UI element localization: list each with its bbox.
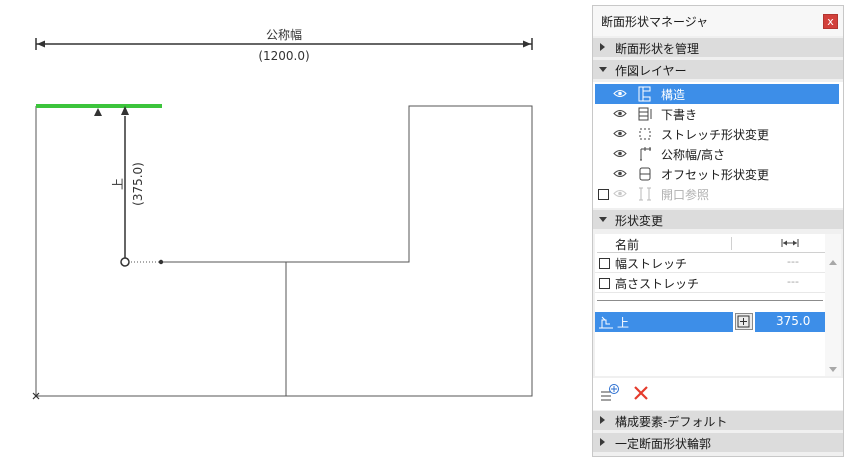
add-modifier-icon[interactable] xyxy=(600,383,620,401)
drawing-canvas[interactable]: 公称幅 (1200.0) 上 (375.0) xyxy=(0,0,592,460)
layer-item-draft[interactable]: 下書き xyxy=(593,104,843,124)
dim-width-label: 公称幅 xyxy=(266,27,302,42)
dim-width-value: (1200.0) xyxy=(258,49,309,63)
table-scrollbar[interactable] xyxy=(825,234,841,376)
row-checkbox[interactable] xyxy=(599,278,610,289)
dim-offset-label: 上 xyxy=(111,178,125,190)
offset-modifier-icon xyxy=(599,316,613,329)
scroll-up-icon[interactable] xyxy=(829,260,837,265)
row-checkbox[interactable] xyxy=(599,258,610,269)
layer-label: 開口参照 xyxy=(661,188,710,202)
section-shape-change[interactable]: 形状変更 xyxy=(593,210,843,229)
collapse-arrow-icon xyxy=(599,67,607,72)
section-label: 一定断面形状輪郭 xyxy=(615,437,712,451)
layer-list: 構造 下書き ストレッチ形状変更 公称幅/高さ オフセット形状変更 開口参照 xyxy=(593,82,843,208)
layer-item-stretch[interactable]: ストレッチ形状変更 xyxy=(593,124,843,144)
section-label: 断面形状を管理 xyxy=(615,42,700,56)
layer-label: 構造 xyxy=(661,88,686,102)
section-drawing-layers[interactable]: 作図レイヤー xyxy=(593,60,843,79)
eye-icon[interactable] xyxy=(613,109,627,118)
row-name: 高さストレッチ xyxy=(615,277,700,291)
expand-arrow-icon xyxy=(600,416,605,424)
layer-checkbox[interactable] xyxy=(598,189,609,200)
eye-icon[interactable] xyxy=(613,169,627,178)
layer-label: オフセット形状変更 xyxy=(661,168,770,182)
section-components-default[interactable]: 構成要素-デフォルト xyxy=(593,411,843,430)
layer-label: 下書き xyxy=(661,108,698,122)
plus-node-icon xyxy=(737,315,750,328)
section-manage-profiles[interactable]: 断面形状を管理 xyxy=(593,38,843,57)
panel-titlebar[interactable]: 断面形状マネージャ x xyxy=(593,6,843,36)
assign-node-button[interactable] xyxy=(735,313,753,330)
expand-arrow-icon xyxy=(600,438,605,446)
dim-offset-value: (375.0) xyxy=(131,162,145,206)
row-value: --- xyxy=(787,275,799,288)
nominal-size-icon xyxy=(640,147,651,161)
layer-item-nominal-size[interactable]: 公称幅/高さ xyxy=(593,144,843,164)
eye-icon[interactable] xyxy=(613,89,627,98)
group-divider xyxy=(597,300,823,301)
layer-item-offset[interactable]: オフセット形状変更 xyxy=(593,164,843,184)
table-row-selected[interactable]: 上 375.0 xyxy=(595,312,825,332)
column-divider xyxy=(731,237,732,250)
eye-icon[interactable] xyxy=(613,129,627,138)
row-name: 上 xyxy=(617,316,630,330)
opening-ref-icon xyxy=(639,187,651,201)
offset-layer-icon xyxy=(639,167,651,181)
table-row[interactable]: 高さストレッチ --- xyxy=(595,273,825,293)
stretch-layer-icon xyxy=(639,128,651,140)
layer-item-structure[interactable]: 構造 xyxy=(595,84,839,104)
layer-item-opening-ref[interactable]: 開口参照 xyxy=(593,184,843,204)
section-fixed-outline[interactable]: 一定断面形状輪郭 xyxy=(593,433,843,452)
delete-icon[interactable] xyxy=(633,385,649,401)
offset-node[interactable] xyxy=(158,259,164,265)
profile-outline[interactable] xyxy=(35,105,533,397)
expand-arrow-icon xyxy=(600,43,605,51)
structure-layer-icon xyxy=(638,86,651,102)
row-name: 幅ストレッチ xyxy=(615,257,688,271)
section-label: 形状変更 xyxy=(615,214,664,228)
collapse-arrow-icon xyxy=(599,217,607,222)
width-arrows-icon xyxy=(781,239,799,247)
eye-icon[interactable] xyxy=(613,189,627,198)
section-label: 構成要素-デフォルト xyxy=(615,415,728,429)
modifier-table: 名前 幅ストレッチ --- 高さストレッチ --- 上 375.0 xyxy=(595,234,825,376)
eye-icon[interactable] xyxy=(613,149,627,158)
panel-title: 断面形状マネージャ xyxy=(601,15,709,29)
layer-label: ストレッチ形状変更 xyxy=(661,128,770,142)
table-row[interactable]: 幅ストレッチ --- xyxy=(595,253,825,273)
profile-manager-panel: 断面形状マネージャ x 断面形状を管理 作図レイヤー 構造 下書き ストレッチ形… xyxy=(592,5,844,457)
row-value[interactable]: 375.0 xyxy=(776,314,810,328)
selected-row-highlight xyxy=(595,312,733,332)
draft-layer-icon xyxy=(638,107,652,121)
modifier-toolbar xyxy=(593,378,843,410)
scroll-down-icon[interactable] xyxy=(829,367,837,372)
layer-label: 公称幅/高さ xyxy=(661,148,726,162)
edge-marker[interactable] xyxy=(94,108,102,116)
section-label: 作図レイヤー xyxy=(615,64,687,78)
row-value: --- xyxy=(787,255,799,268)
close-button[interactable]: x xyxy=(823,14,838,29)
